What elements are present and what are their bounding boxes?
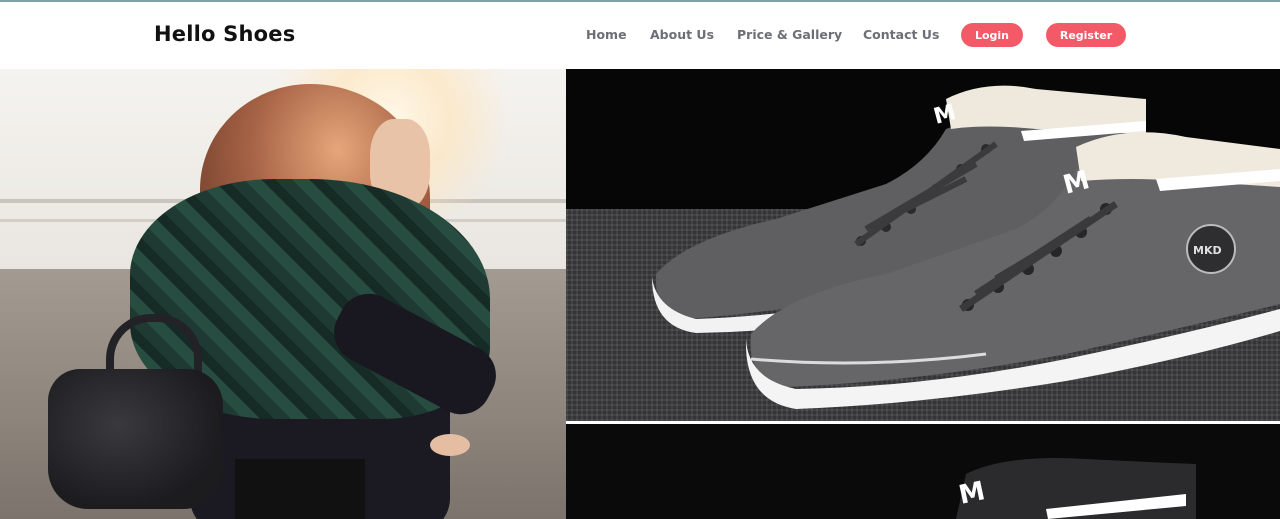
nav-home[interactable]: Home: [586, 27, 627, 42]
photo-bag: [48, 369, 223, 509]
register-button[interactable]: Register: [1046, 23, 1126, 47]
login-button[interactable]: Login: [961, 23, 1023, 47]
hero-image-woman-with-bag: [0, 69, 566, 519]
nav-contact-us[interactable]: Contact Us: [863, 27, 939, 42]
nav-about-us[interactable]: About Us: [650, 27, 714, 42]
photo-leg: [235, 459, 365, 519]
navbar: Hello Shoes Home About Us Price & Galler…: [0, 2, 1280, 68]
nav-price-gallery[interactable]: Price & Gallery: [737, 27, 842, 42]
photo-hand: [430, 434, 470, 456]
svg-text:MKD: MKD: [1193, 244, 1222, 257]
hero-image-sneakers: M MKD M M: [566, 69, 1280, 519]
brand-logo[interactable]: Hello Shoes: [154, 22, 295, 46]
partial-sneaker-illustration: M: [956, 458, 1196, 519]
